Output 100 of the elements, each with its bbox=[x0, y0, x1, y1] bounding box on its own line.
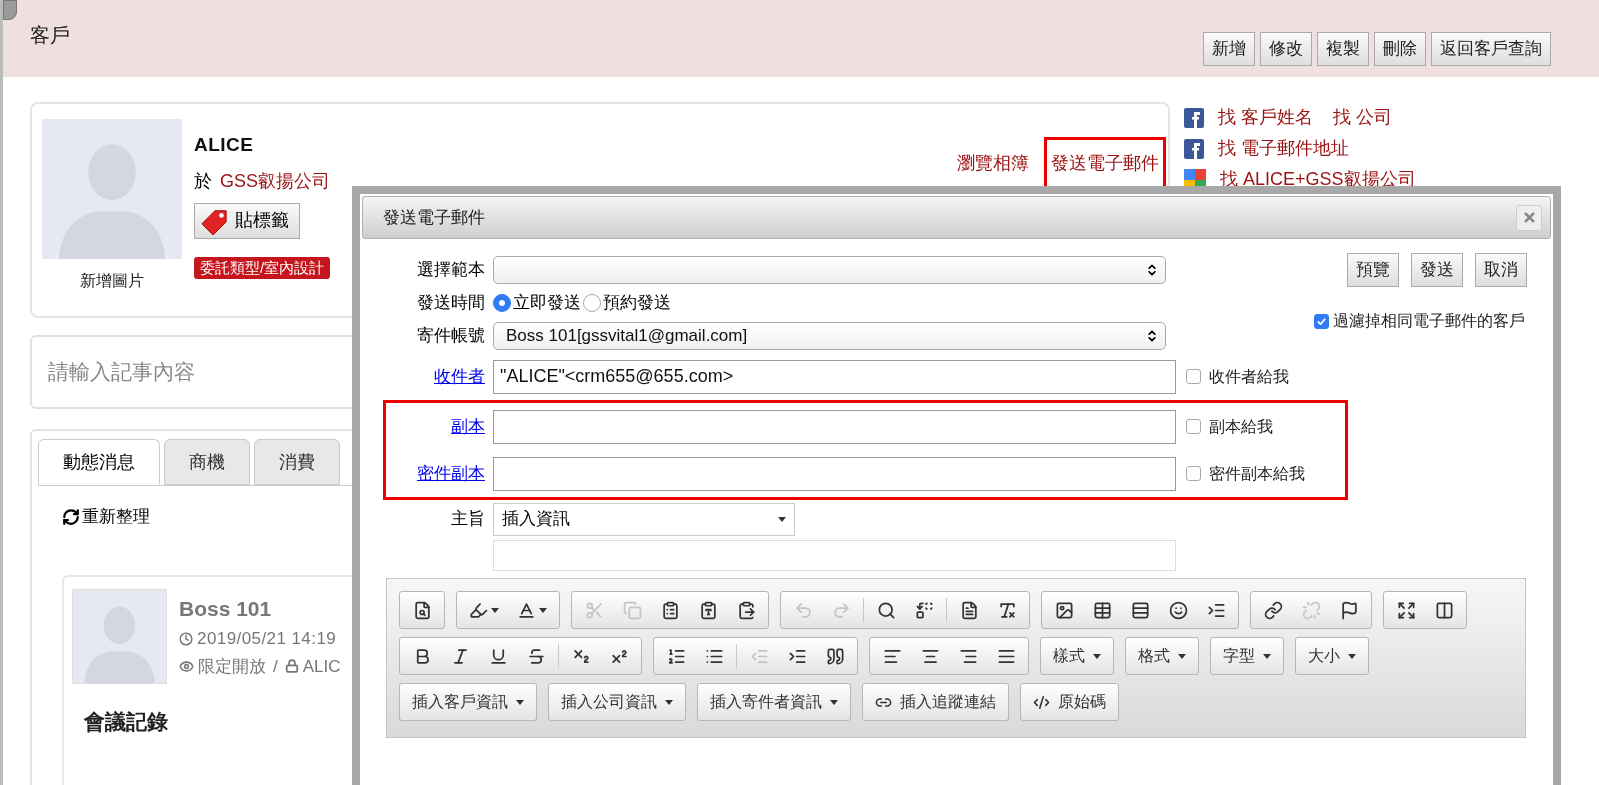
paste-word-icon bbox=[736, 600, 756, 620]
highlight-color-icon bbox=[469, 600, 488, 620]
search-link[interactable]: 找 電子郵件地址 bbox=[1218, 135, 1349, 162]
copy-icon bbox=[622, 600, 642, 620]
close-icon bbox=[1521, 210, 1537, 225]
caret-icon bbox=[539, 607, 547, 613]
header-button[interactable]: 複製 bbox=[1317, 32, 1369, 66]
radio-label: 立即發送 bbox=[513, 292, 581, 315]
company-link[interactable]: GSS叡揚公司 bbox=[220, 167, 330, 195]
recipient-field[interactable]: "ALICE"<crm655@655.com> bbox=[493, 359, 1176, 394]
dialog-action-button[interactable]: 預覽 bbox=[1347, 253, 1399, 287]
quote-icon bbox=[825, 646, 845, 666]
checkbox[interactable] bbox=[1186, 369, 1201, 384]
text-color-icon bbox=[517, 600, 536, 620]
toolbar-button[interactable]: 插入追蹤連結 bbox=[862, 683, 1009, 721]
strikethrough-icon bbox=[526, 646, 546, 666]
recipient-link[interactable]: 密件副本 bbox=[386, 460, 485, 487]
facebook-icon bbox=[1184, 138, 1204, 159]
post-visibility: 限定開放 bbox=[198, 655, 266, 678]
dialog-action-button[interactable]: 取消 bbox=[1475, 253, 1527, 287]
link-icon bbox=[1263, 600, 1283, 620]
paste-text-icon bbox=[698, 600, 718, 620]
caret-icon bbox=[1178, 653, 1186, 659]
image-icon bbox=[1054, 600, 1074, 620]
dialog-title: 發送電子郵件 bbox=[383, 206, 485, 229]
company-prefix: 於 bbox=[194, 169, 212, 193]
dropdown-button[interactable]: 插入寄件者資訊 bbox=[697, 683, 851, 721]
caret-icon bbox=[491, 607, 499, 613]
checkbox[interactable] bbox=[1186, 466, 1201, 481]
eye-icon bbox=[179, 658, 194, 674]
refresh-link[interactable]: 重新整理 bbox=[82, 504, 150, 530]
customer-name: ALICE bbox=[194, 133, 254, 157]
select-arrows-icon bbox=[1145, 329, 1159, 343]
tab[interactable]: 動態消息 bbox=[38, 439, 160, 485]
dropdown-button[interactable]: 大小 bbox=[1295, 637, 1369, 675]
preview-icon bbox=[412, 600, 432, 620]
recipient-field[interactable] bbox=[493, 409, 1176, 444]
caret-icon bbox=[830, 699, 838, 705]
header-button[interactable]: 新增 bbox=[1203, 32, 1255, 66]
insert-info-dropdown[interactable]: 插入資訊 bbox=[493, 502, 795, 536]
tab[interactable]: 商機 bbox=[164, 439, 250, 485]
close-button[interactable] bbox=[1516, 204, 1542, 231]
recipient-field[interactable] bbox=[493, 456, 1176, 491]
paste-icon bbox=[660, 600, 680, 620]
checkbox-label: 副本給我 bbox=[1209, 416, 1273, 437]
search-link[interactable]: 找 客戶姓名 bbox=[1218, 104, 1313, 131]
post-title: 會議記錄 bbox=[84, 708, 169, 735]
account-select[interactable]: Boss 101[gssvital1@gmail.com] bbox=[493, 322, 1166, 350]
tab[interactable]: 消費 bbox=[254, 439, 340, 485]
field-label: 選擇範本 bbox=[416, 259, 485, 282]
lock-icon bbox=[284, 659, 299, 674]
search-icon bbox=[876, 600, 896, 620]
avatar-placeholder-icon bbox=[42, 119, 182, 259]
undo-icon bbox=[793, 600, 813, 620]
dropdown-button[interactable]: 格式 bbox=[1125, 637, 1199, 675]
header-button[interactable]: 刪除 bbox=[1374, 32, 1426, 66]
caret-icon bbox=[1093, 653, 1101, 659]
checkbox[interactable] bbox=[1314, 313, 1329, 329]
sidebar-toggle-icon[interactable] bbox=[3, 0, 17, 20]
flag-icon bbox=[1339, 600, 1359, 620]
field-label: 發送時間 bbox=[416, 292, 485, 315]
underline-icon bbox=[488, 646, 508, 666]
header-button[interactable]: 修改 bbox=[1260, 32, 1312, 66]
dropdown-button[interactable]: 插入公司資訊 bbox=[548, 683, 686, 721]
radio-label: 預約發送 bbox=[603, 292, 671, 315]
recipient-link[interactable]: 收件者 bbox=[386, 363, 485, 390]
page-title: 客戶 bbox=[30, 23, 70, 48]
smiley-icon bbox=[1168, 600, 1188, 620]
header-button[interactable]: 返回客戶查詢 bbox=[1431, 32, 1551, 66]
toolbar-button[interactable]: 原始碼 bbox=[1020, 683, 1119, 721]
post-author: Boss 101 bbox=[179, 595, 273, 622]
action-link[interactable]: 瀏覽相簿 bbox=[950, 137, 1036, 190]
clock-icon bbox=[179, 631, 193, 646]
dropdown-button[interactable]: 樣式 bbox=[1040, 637, 1114, 675]
dialog-action-button[interactable]: 發送 bbox=[1411, 253, 1463, 287]
separator-text: / bbox=[273, 655, 278, 678]
facebook-icon bbox=[1184, 107, 1204, 128]
field-label: 主旨 bbox=[450, 508, 485, 531]
recipient-link[interactable]: 副本 bbox=[386, 413, 485, 440]
caret-icon bbox=[778, 516, 786, 522]
refresh-icon bbox=[62, 507, 80, 526]
dropdown-button[interactable]: 字型 bbox=[1210, 637, 1284, 675]
numbered-list-icon bbox=[666, 646, 686, 666]
category-tag: 委託類型/室內設計 bbox=[194, 256, 331, 279]
redo-icon bbox=[831, 600, 851, 620]
radio-button[interactable] bbox=[493, 294, 511, 312]
checkbox-label: 收件者給我 bbox=[1209, 366, 1289, 387]
dropdown-button[interactable]: 插入客戶資訊 bbox=[399, 683, 537, 721]
checkbox[interactable] bbox=[1186, 419, 1201, 434]
radio-button[interactable] bbox=[583, 294, 601, 312]
add-tag-button[interactable]: 貼標籤 bbox=[194, 202, 300, 239]
post-owner: ALIC bbox=[302, 655, 341, 678]
table-icon bbox=[1092, 600, 1112, 620]
add-photo-link[interactable]: 新增圖片 bbox=[80, 269, 144, 293]
subject-field[interactable] bbox=[493, 539, 1176, 571]
caret-icon bbox=[516, 699, 524, 705]
post-time: 2019/05/21 14:19 bbox=[197, 628, 337, 650]
search-link[interactable]: 找 公司 bbox=[1333, 104, 1393, 131]
code-icon bbox=[1033, 693, 1050, 711]
checkbox-label: 密件副本給我 bbox=[1209, 463, 1305, 484]
